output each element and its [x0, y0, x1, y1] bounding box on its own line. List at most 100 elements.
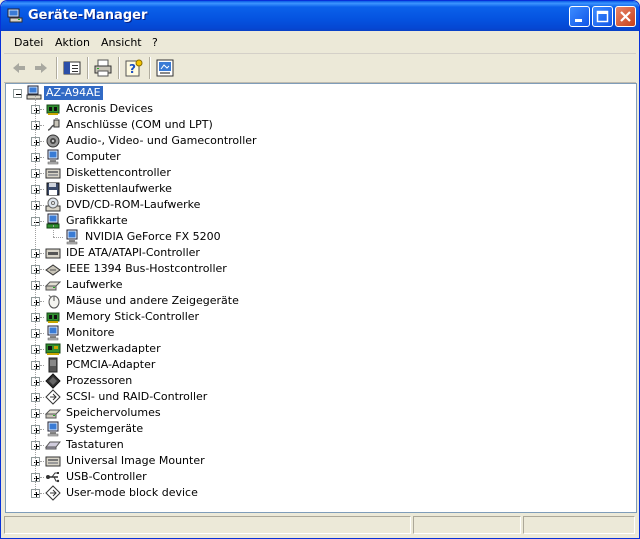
- tree-category-label[interactable]: Diskettenlaufwerke: [66, 182, 172, 196]
- tree-category-label[interactable]: IDE ATA/ATAPI-Controller: [66, 246, 200, 260]
- tree-connector: [40, 429, 44, 430]
- tree-category-label[interactable]: Mäuse und andere Zeigegeräte: [66, 294, 239, 308]
- tree-connector: [40, 445, 44, 446]
- menu-datei[interactable]: Datei: [14, 36, 43, 49]
- properties-icon[interactable]: [154, 57, 176, 79]
- tree-connector: [40, 141, 44, 142]
- tree-category-label[interactable]: Laufwerke: [66, 278, 123, 292]
- monitor-icon: [45, 325, 61, 341]
- tree-category-row[interactable]: PCMCIA-Adapter: [6, 357, 626, 373]
- tree-category-label[interactable]: Tastaturen: [66, 438, 124, 452]
- show-hide-tree-icon[interactable]: [61, 57, 83, 79]
- cd-icon: [45, 197, 61, 213]
- back-icon[interactable]: [8, 57, 30, 79]
- tree-category-row[interactable]: Acronis Devices: [6, 101, 626, 117]
- toolbar-separator: [56, 57, 58, 79]
- tree-connector: [40, 173, 44, 174]
- tree-category-label[interactable]: Diskettencontroller: [66, 166, 171, 180]
- tree-category-label[interactable]: User-mode block device: [66, 486, 198, 500]
- maximize-button[interactable]: [592, 6, 613, 27]
- tree-category-label[interactable]: IEEE 1394 Bus-Hostcontroller: [66, 262, 227, 276]
- tree-category-row[interactable]: User-mode block device: [6, 485, 626, 501]
- tree-connector: [40, 269, 44, 270]
- tree-root-row[interactable]: AZ-A94AE: [6, 85, 626, 101]
- drive-icon: [44, 277, 62, 293]
- tree-category-label[interactable]: Audio-, Video- und Gamecontroller: [66, 134, 257, 148]
- drive-icon: [44, 405, 62, 421]
- tree-category-label[interactable]: Acronis Devices: [66, 102, 153, 116]
- tree-connector: [40, 477, 44, 478]
- menu-aktion[interactable]: Aktion: [55, 36, 90, 49]
- computer-name[interactable]: AZ-A94AE: [44, 86, 103, 100]
- tree-connector: [40, 493, 44, 494]
- tree-connector: [40, 365, 44, 366]
- tree-category-row[interactable]: Netzwerkadapter: [6, 341, 626, 357]
- tree-connector: [53, 237, 63, 238]
- tree-connector: [40, 381, 44, 382]
- tree-category-label[interactable]: PCMCIA-Adapter: [66, 358, 155, 372]
- print-icon[interactable]: [92, 57, 114, 79]
- tree-connector: [40, 221, 44, 222]
- tree-category-row[interactable]: DVD/CD-ROM-Laufwerke: [6, 197, 626, 213]
- tree-category-label[interactable]: Universal Image Mounter: [66, 454, 205, 468]
- minimize-button[interactable]: [569, 6, 590, 27]
- collapse-icon[interactable]: [13, 89, 22, 98]
- tree-category-row[interactable]: Diskettenlaufwerke: [6, 181, 626, 197]
- mouse-icon: [45, 293, 61, 309]
- pcmcia-icon: [45, 357, 61, 373]
- window-title: Geräte-Manager: [28, 8, 148, 23]
- tree-category-row[interactable]: Audio-, Video- und Gamecontroller: [6, 133, 626, 149]
- close-button[interactable]: [615, 6, 636, 27]
- tree-category-row[interactable]: Prozessoren: [6, 373, 626, 389]
- port-icon: [45, 117, 61, 133]
- forward-icon[interactable]: [30, 57, 52, 79]
- tree-category-label[interactable]: Grafikkarte: [66, 214, 128, 228]
- tree-category-row[interactable]: Diskettencontroller: [6, 165, 626, 181]
- help-icon[interactable]: ?: [123, 57, 145, 79]
- tree-device-row[interactable]: NVIDIA GeForce FX 5200: [6, 225, 626, 245]
- tree-category-row[interactable]: USB-Controller: [6, 469, 626, 485]
- tree-category-row[interactable]: IEEE 1394 Bus-Hostcontroller: [6, 261, 626, 277]
- network-card-icon: [45, 341, 61, 357]
- tree-category-label[interactable]: Memory Stick-Controller: [66, 310, 199, 324]
- controller-icon: [45, 165, 61, 181]
- tree-connector: [40, 205, 44, 206]
- tree-category-label[interactable]: DVD/CD-ROM-Laufwerke: [66, 198, 200, 212]
- monitor-icon: [64, 229, 80, 245]
- monitor-icon: [45, 149, 61, 165]
- tree-category-row[interactable]: Tastaturen: [6, 437, 626, 453]
- scsi-icon: [45, 389, 61, 405]
- status-cell-3: [523, 516, 635, 534]
- tree-category-row[interactable]: Memory Stick-Controller: [6, 309, 626, 325]
- title-bar[interactable]: Geräte-Manager: [1, 1, 639, 31]
- tree-category-label[interactable]: Anschlüsse (COM und LPT): [66, 118, 213, 132]
- device-tree[interactable]: AZ-A94AE Acronis Devices Anschlüsse (COM …: [5, 83, 637, 513]
- tree-device-label[interactable]: NVIDIA GeForce FX 5200: [85, 230, 221, 244]
- tree-category-row[interactable]: Systemgeräte: [6, 421, 626, 437]
- menu-help[interactable]: ?: [152, 36, 158, 49]
- tree-category-label[interactable]: Systemgeräte: [66, 422, 143, 436]
- tree-category-row[interactable]: Computer: [6, 149, 626, 165]
- tree-category-row[interactable]: SCSI- und RAID-Controller: [6, 389, 626, 405]
- tree-category-row[interactable]: Speichervolumes: [6, 405, 626, 421]
- tree-category-label[interactable]: Netzwerkadapter: [66, 342, 161, 356]
- tree-category-row[interactable]: Monitore: [6, 325, 626, 341]
- tree-category-row[interactable]: IDE ATA/ATAPI-Controller: [6, 245, 626, 261]
- tree-category-label[interactable]: Computer: [66, 150, 121, 164]
- tree-connector: [40, 189, 44, 190]
- tree-category-row[interactable]: Anschlüsse (COM und LPT): [6, 117, 626, 133]
- tree-category-row[interactable]: Universal Image Mounter: [6, 453, 626, 469]
- tree-category-label[interactable]: Monitore: [66, 326, 114, 340]
- tree-category-row[interactable]: Laufwerke: [6, 277, 626, 293]
- tree-category-row[interactable]: Grafikkarte: [6, 213, 626, 229]
- toolbar: ?: [4, 54, 636, 83]
- tree-category-label[interactable]: USB-Controller: [66, 470, 147, 484]
- device-manager-window: Geräte-Manager Datei Aktion Ansicht ? ? …: [0, 0, 640, 539]
- tree-connector: [40, 157, 44, 158]
- tree-category-label[interactable]: Speichervolumes: [66, 406, 161, 420]
- menu-ansicht[interactable]: Ansicht: [101, 36, 142, 49]
- tree-category-label[interactable]: SCSI- und RAID-Controller: [66, 390, 207, 404]
- tree-connector: [40, 317, 44, 318]
- tree-category-row[interactable]: Mäuse und andere Zeigegeräte: [6, 293, 626, 309]
- tree-category-label[interactable]: Prozessoren: [66, 374, 132, 388]
